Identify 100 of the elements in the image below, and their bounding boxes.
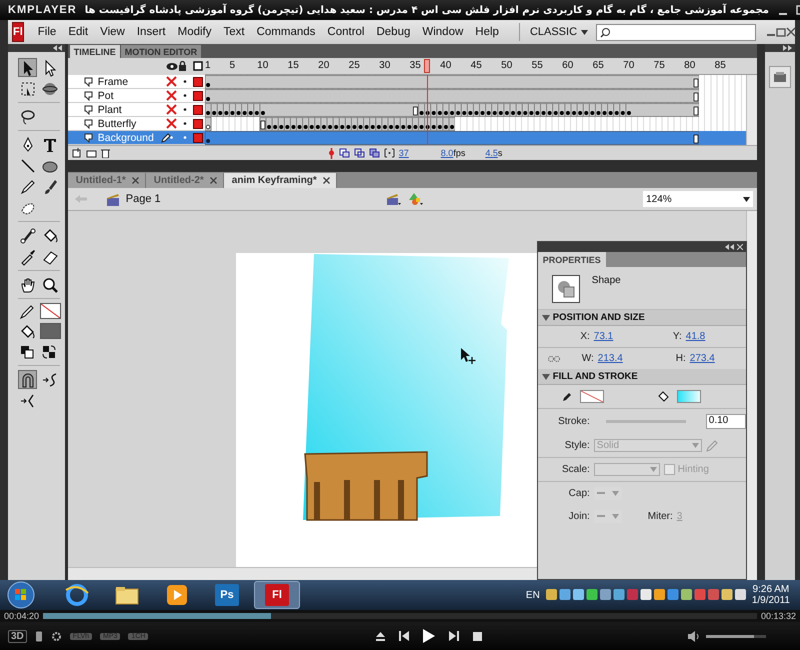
- scrollbar[interactable]: [746, 211, 758, 580]
- panel-tab[interactable]: MOTION EDITOR: [120, 44, 202, 58]
- play-button[interactable]: [423, 629, 436, 643]
- library-button[interactable]: [769, 66, 792, 88]
- play-icon: [423, 629, 436, 643]
- frame-number: 80: [684, 60, 696, 71]
- onion-outline-icon[interactable]: [354, 148, 365, 158]
- section-header[interactable]: POSITION AND SIZE: [538, 310, 746, 326]
- layer-row[interactable]: Pot: [68, 89, 205, 104]
- layer-row[interactable]: Background: [68, 131, 205, 146]
- speaker-icon[interactable]: [688, 630, 700, 642]
- 3d-button[interactable]: 3D: [8, 630, 27, 642]
- zoom-dropdown[interactable]: 124%: [643, 191, 754, 207]
- layer-icon: [84, 132, 94, 143]
- restore-icon[interactable]: [776, 27, 786, 37]
- new-folder-icon[interactable]: [86, 148, 97, 158]
- menu-item[interactable]: View: [94, 24, 131, 40]
- language-indicator[interactable]: EN: [526, 590, 540, 600]
- menu-item[interactable]: Modify: [172, 24, 218, 40]
- panel-tab[interactable]: PROPERTIES: [538, 252, 606, 267]
- center-frame-icon[interactable]: [328, 148, 335, 159]
- document-tab[interactable]: anim Keyframing*: [224, 173, 337, 188]
- menu-item[interactable]: Control: [321, 24, 370, 40]
- playhead-marker[interactable]: [424, 58, 430, 73]
- caret-icon: [650, 467, 657, 472]
- tool-button[interactable]: [18, 226, 37, 245]
- window-title: مجموعه آموزشی جامع ، گام به گام و کاربردی نرم افزار فلش سی اس ۴ مدرس : سعید هدایی (تیچرمن) گروه آموزشی پادشاه گرافیست ها: [84, 4, 769, 16]
- unit-label: fps: [453, 148, 466, 158]
- menu-item[interactable]: Window: [416, 24, 470, 40]
- tool-button[interactable]: [18, 370, 37, 389]
- stop-button[interactable]: [473, 632, 482, 640]
- menu-item[interactable]: Insert: [130, 24, 172, 40]
- menu-item[interactable]: Edit: [62, 24, 94, 40]
- trash-icon[interactable]: [100, 148, 110, 158]
- bone-icon: [18, 226, 36, 244]
- fill-color-swatch[interactable]: [40, 323, 61, 339]
- close-icon[interactable]: [786, 27, 796, 37]
- next-button[interactable]: [449, 631, 460, 641]
- fill-color-swatch[interactable]: [677, 390, 702, 403]
- current-frame[interactable]: 37: [398, 148, 409, 158]
- eject-icon: [376, 632, 386, 640]
- triangle-icon: [542, 314, 550, 320]
- onion-skin-icon[interactable]: [338, 148, 350, 158]
- scrollbar[interactable]: [68, 567, 537, 580]
- frame-number: 50: [501, 60, 512, 71]
- field-label: X:: [579, 331, 590, 342]
- layer-icon: [84, 118, 94, 129]
- close-icon[interactable]: [322, 177, 330, 184]
- tool-button[interactable]: [18, 58, 37, 77]
- eject-button[interactable]: [376, 632, 386, 640]
- hidden-x-icon[interactable]: [166, 118, 177, 130]
- taskbar-app[interactable]: Ps: [204, 581, 250, 609]
- layer-name: Pot: [98, 90, 114, 102]
- menu-item[interactable]: Debug: [370, 24, 416, 40]
- outline-icon: [192, 60, 203, 71]
- tray-icons-drawing[interactable]: [546, 588, 746, 602]
- edit-scene-icon[interactable]: [386, 192, 402, 206]
- new-layer-icon[interactable]: [72, 148, 82, 158]
- x-value[interactable]: 73.1: [594, 331, 656, 342]
- layer-row[interactable]: Frame: [68, 75, 205, 90]
- stroke-color-swatch[interactable]: [40, 303, 61, 319]
- field-label: W:: [580, 353, 594, 364]
- clapper-icon: [106, 192, 120, 206]
- height-value[interactable]: 273.4: [690, 353, 715, 364]
- menu-item[interactable]: Commands: [250, 24, 322, 40]
- collapse-icon[interactable]: [724, 244, 734, 250]
- width-value[interactable]: 213.4: [598, 353, 660, 364]
- search-field[interactable]: [596, 24, 756, 40]
- layer-row[interactable]: Plant: [68, 103, 205, 118]
- caret-icon: [692, 443, 699, 448]
- edit-frames-icon[interactable]: [368, 148, 380, 158]
- scrollbar[interactable]: [746, 75, 758, 146]
- hidden-x-icon[interactable]: [166, 76, 177, 88]
- start-orb-icon[interactable]: [6, 581, 36, 609]
- y-value[interactable]: 41.8: [686, 331, 706, 342]
- section-header[interactable]: FILL AND STROKE: [538, 369, 746, 385]
- markers-icon[interactable]: [384, 148, 395, 158]
- panel-tab[interactable]: TIMELINE: [70, 44, 120, 58]
- stroke-color-swatch[interactable]: [580, 390, 604, 403]
- settings-icon[interactable]: [50, 630, 62, 642]
- menu-item[interactable]: Help: [469, 24, 505, 40]
- hand-icon: [18, 276, 36, 294]
- hidden-x-icon[interactable]: [166, 90, 177, 102]
- caret-icon: [612, 491, 619, 496]
- eyedropper-icon: [18, 248, 36, 266]
- elapsed-time[interactable]: 4.5: [485, 148, 498, 158]
- frame-number: 5: [229, 60, 235, 71]
- frame-rate[interactable]: 8.0: [440, 148, 454, 158]
- previous-button[interactable]: [399, 631, 410, 641]
- taskbar-app[interactable]: Fl: [254, 581, 300, 609]
- workspace-switcher[interactable]: CLASSIC: [530, 26, 578, 38]
- volume-slider[interactable]: [706, 634, 754, 638]
- hidden-x-icon[interactable]: [166, 104, 177, 116]
- frame-number: 10: [257, 60, 268, 71]
- menu-item[interactable]: Text: [218, 24, 251, 40]
- menu-item[interactable]: File: [32, 24, 62, 40]
- frame-number: 70: [623, 60, 634, 71]
- frame-number: 75: [654, 60, 665, 71]
- transform-icon: [18, 80, 36, 98]
- frame-number: 25: [348, 60, 360, 71]
